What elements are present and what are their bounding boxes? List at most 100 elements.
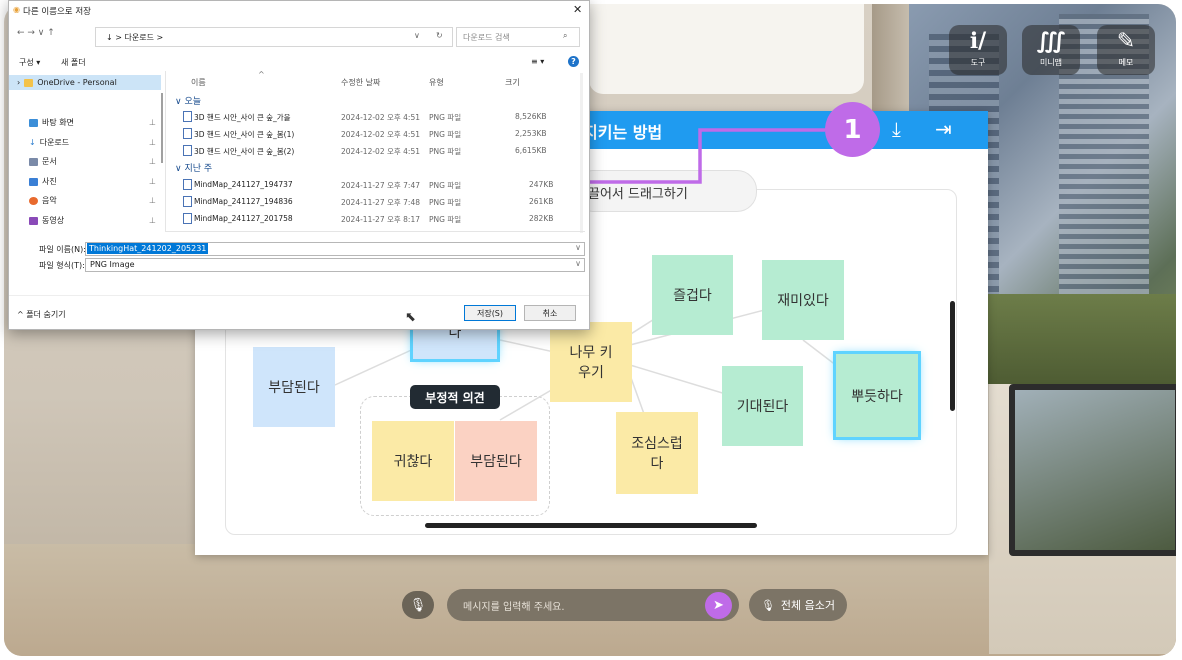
file-type: PNG 파일 — [429, 198, 462, 207]
close-icon[interactable]: ✕ — [573, 3, 582, 16]
sidebar-item-downloads[interactable]: ↓ 다운로드 ⊥ — [29, 137, 156, 148]
list-divider — [165, 231, 585, 232]
file-icon — [183, 213, 192, 224]
filename-value: ThinkingHat_241202_205231 — [87, 243, 209, 254]
view-button[interactable]: ≡ ▾ — [531, 57, 544, 66]
file-name: MindMap_241127_194836 — [194, 197, 293, 206]
chevron-down-icon[interactable]: ∨ — [575, 243, 581, 252]
file-date: 2024-11-27 오후 7:48 — [341, 198, 420, 207]
sidebar-item-pictures[interactable]: 사진 ⊥ — [29, 176, 156, 187]
mute-icon: 🎙 — [760, 598, 775, 612]
mic-off-icon[interactable]: 🎙 — [402, 591, 434, 619]
file-row[interactable]: MindMap_241127_201758 2024-11-27 오후 8:17… — [181, 211, 576, 226]
mute-all-button[interactable]: 🎙 전체 음소거 — [749, 589, 847, 621]
step-badge: 1 — [825, 102, 880, 157]
file-date: 2024-11-27 오후 7:47 — [341, 181, 420, 190]
video-icon — [29, 216, 38, 225]
file-row[interactable]: 3D 핸드 시안_사이 큰 숲_봄(2) 2024-12-02 오후 4:51 … — [181, 143, 576, 158]
cancel-button[interactable]: 취소 — [524, 305, 576, 321]
mouse-cursor-icon: ⬉ — [405, 310, 416, 325]
file-icon — [183, 145, 192, 156]
file-icon — [183, 196, 192, 207]
file-date: 2024-12-02 오후 4:51 — [341, 130, 420, 139]
sidebar-label: 음악 — [42, 196, 57, 205]
pin-icon: ⊥ — [149, 157, 156, 166]
chevron-down-icon[interactable]: ∨ — [414, 31, 420, 40]
search-placeholder: 다운로드 검색 — [463, 33, 510, 42]
refresh-icon[interactable]: ↻ — [436, 31, 443, 40]
file-date: 2024-12-02 오후 4:51 — [341, 113, 420, 122]
chevron-down-icon[interactable]: ∨ — [575, 259, 581, 268]
file-row[interactable]: MindMap_241127_194836 2024-11-27 오후 7:48… — [181, 194, 576, 209]
file-type: PNG 파일 — [429, 113, 462, 122]
sidebar-item-desktop[interactable]: 바탕 화면 ⊥ — [29, 117, 156, 128]
hide-folders-toggle[interactable]: ^ 폴더 숨기기 — [17, 309, 66, 320]
file-type: PNG 파일 — [429, 130, 462, 139]
address-bar[interactable]: ↓ > 다운로드 > ∨ ↻ — [95, 27, 453, 47]
sidebar-item-videos[interactable]: 동영상 ⊥ — [29, 215, 156, 226]
nav-pane: › OneDrive - Personal 바탕 화면 ⊥ ↓ 다운로드 ⊥ 문… — [9, 71, 164, 231]
filetype-value: PNG Image — [90, 260, 135, 269]
group-label: 지난 주 — [184, 164, 213, 174]
search-box[interactable]: 다운로드 검색 ⌕ — [456, 27, 580, 47]
file-size: 2,253KB — [515, 129, 547, 138]
filetype-label: 파일 형식(T): — [39, 261, 85, 270]
file-date: 2024-11-27 오후 8:17 — [341, 215, 420, 224]
sidebar-label: 다운로드 — [39, 138, 70, 147]
folder-icon — [24, 78, 34, 87]
organize-button[interactable]: 구성 ▾ — [19, 57, 40, 68]
sidebar-item-documents[interactable]: 문서 ⊥ — [29, 156, 156, 167]
chrome-icon: ◉ — [13, 5, 20, 14]
file-size: 247KB — [529, 180, 554, 189]
sidebar-label: OneDrive - Personal — [37, 78, 117, 87]
dialog-title: 다른 이름으로 저장 — [23, 7, 91, 17]
filename-input[interactable]: ThinkingHat_241202_205231 ∨ — [85, 242, 585, 256]
pin-icon: ⊥ — [149, 196, 156, 205]
pin-icon: ⊥ — [149, 138, 156, 147]
filetype-select[interactable]: PNG Image ∨ — [85, 258, 585, 272]
pane-divider — [165, 71, 166, 231]
file-size: 282KB — [529, 214, 554, 223]
group-last-week[interactable]: ∨ 지난 주 — [175, 161, 212, 174]
document-icon — [29, 157, 38, 166]
pin-icon: ⊥ — [149, 216, 156, 225]
group-today[interactable]: ∨ 오늘 — [175, 94, 201, 107]
help-icon[interactable]: ? — [568, 56, 579, 67]
column-name[interactable]: 이름 — [191, 77, 206, 88]
file-size: 8,526KB — [515, 112, 547, 121]
file-name: MindMap_241127_201758 — [194, 214, 293, 223]
new-folder-button[interactable]: 새 폴더 — [61, 57, 86, 68]
file-icon — [183, 179, 192, 190]
file-row[interactable]: 3D 핸드 시안_사이 큰 숲_봄(1) 2024-12-02 오후 4:51 … — [181, 126, 576, 141]
music-icon — [29, 196, 38, 205]
file-icon — [183, 128, 192, 139]
file-row[interactable]: MindMap_241127_194737 2024-11-27 오후 7:47… — [181, 177, 576, 192]
desktop-icon — [29, 118, 38, 127]
address-path: ↓ > 다운로드 > — [106, 33, 164, 42]
file-row[interactable]: 3D 핸드 시안_사이 큰 숲_가을 2024-12-02 오후 4:51 PN… — [181, 109, 576, 124]
file-name: 3D 핸드 시안_사이 큰 숲_봄(2) — [194, 147, 295, 156]
save-button[interactable]: 저장(S) — [464, 305, 516, 321]
column-type[interactable]: 유형 — [429, 77, 444, 88]
sidebar-label: 바탕 화면 — [42, 118, 74, 127]
sidebar-label: 사진 — [42, 177, 57, 186]
sidebar-item-music[interactable]: 음악 ⊥ — [29, 195, 156, 206]
send-icon[interactable]: ➤ — [705, 592, 732, 619]
nav-buttons[interactable]: ← → ∨ ↑ — [17, 28, 55, 38]
sort-up-icon: ^ — [258, 70, 265, 79]
hide-folders-label: 폴더 숨기기 — [26, 310, 66, 319]
pin-icon: ⊥ — [149, 118, 156, 127]
file-type: PNG 파일 — [429, 215, 462, 224]
search-icon: ⌕ — [563, 31, 568, 40]
sidebar-item-onedrive[interactable]: › OneDrive - Personal — [17, 78, 117, 87]
chat-input-bar[interactable]: 메시지를 입력해 주세요. ➤ — [447, 589, 739, 621]
sidebar-scrollbar[interactable] — [161, 93, 163, 163]
column-size[interactable]: 크기 — [505, 77, 520, 88]
file-icon — [183, 111, 192, 122]
sidebar-label: 동영상 — [42, 216, 65, 225]
file-name: 3D 핸드 시안_사이 큰 숲_가을 — [194, 113, 291, 122]
file-name: MindMap_241127_194737 — [194, 180, 293, 189]
file-size: 261KB — [529, 197, 554, 206]
filelist-scrollbar[interactable] — [580, 73, 583, 233]
column-date[interactable]: 수정한 날짜 — [341, 77, 380, 88]
